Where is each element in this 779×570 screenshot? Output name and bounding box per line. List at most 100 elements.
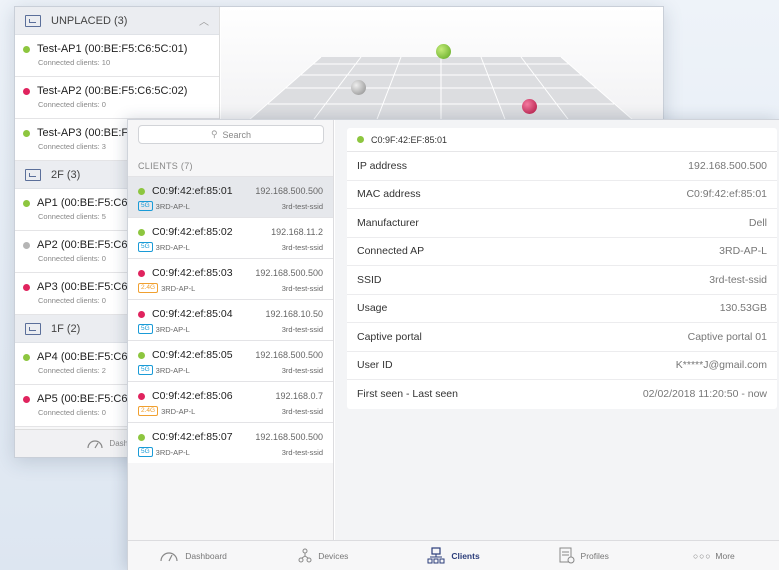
client-ssid: 3rd-test-ssid — [281, 406, 323, 416]
detail-row: Captive portal Captive portal 01 — [347, 323, 777, 352]
band-badge: 5G — [138, 324, 153, 334]
band-badge: 5G — [138, 201, 153, 211]
status-dot — [138, 310, 145, 318]
tab-label: Devices — [318, 550, 349, 561]
client-row[interactable]: C0:9f:42:ef:85:06 192.168.0.7 2.4G 3RD-AP-L… — [128, 381, 333, 422]
detail-row: First seen - Last seen 02/02/2018 11:20:5… — [347, 380, 777, 409]
detail-label: Usage — [357, 302, 388, 315]
client-ssid: 3rd-test-ssid — [281, 283, 323, 293]
client-ip: 192.168.11.2 — [271, 227, 323, 237]
status-dot — [138, 187, 145, 195]
band-badge: 2.4G — [138, 283, 159, 293]
client-ap: 3RD-AP-L — [161, 406, 196, 416]
gauge-icon — [160, 551, 178, 561]
client-ssid: 3rd-test-ssid — [281, 201, 323, 211]
detail-value: K*****J@gmail.com — [675, 359, 767, 372]
status-dot — [23, 395, 30, 403]
detail-row: Usage 130.53GB — [347, 295, 777, 323]
tab-clients[interactable]: Clients — [388, 541, 518, 570]
group-title: 1F (2) — [51, 322, 81, 335]
floor-icon — [25, 14, 41, 27]
floor-map[interactable] — [221, 7, 663, 127]
detail-row: Manufacturer Dell — [347, 209, 777, 238]
client-mac: C0:9f:42:ef:85:03 — [152, 267, 233, 279]
client-mac: C0:9f:42:ef:85:04 — [152, 308, 233, 320]
tab-profiles[interactable]: Profiles — [519, 541, 649, 570]
ap-marker-gray[interactable] — [351, 80, 366, 95]
client-ip: 192.168.0.7 — [275, 391, 323, 401]
ap-marker-green[interactable] — [436, 44, 451, 59]
detail-header: C0:9F:42:EF:85:01 — [347, 128, 777, 152]
floor-grid — [240, 56, 642, 127]
ap-marker-red[interactable] — [522, 99, 537, 114]
tab-label: More — [715, 550, 735, 561]
detail-rows: IP address 192.168.500.500 MAC address C0:9… — [347, 152, 777, 409]
client-ap: 3RD-AP-L — [155, 324, 190, 334]
detail-label: User ID — [357, 359, 393, 372]
floor-icon — [25, 168, 41, 181]
client-ap: 3RD-AP-L — [155, 201, 190, 211]
client-row[interactable]: C0:9f:42:ef:85:01 192.168.500.500 5G 3RD-AP… — [128, 176, 333, 217]
client-ip: 192.168.500.500 — [255, 350, 323, 360]
client-list-panel: ⚲ Search CLIENTS (7) C0:9f:42:ef:85:01 19… — [128, 120, 334, 540]
detail-value: 192.168.500.500 — [688, 159, 767, 172]
search-placeholder: Search — [222, 129, 252, 140]
more-icon: ○○○ — [693, 550, 712, 561]
client-row[interactable]: C0:9f:42:ef:85:02 192.168.11.2 5G 3RD-AP-L 3… — [128, 217, 333, 258]
client-ssid: 3rd-test-ssid — [281, 324, 323, 334]
client-rows: C0:9f:42:ef:85:01 192.168.500.500 5G 3RD-AP… — [128, 176, 333, 463]
status-dot — [23, 199, 30, 207]
group-title: 2F (3) — [51, 168, 81, 181]
status-dot — [138, 433, 145, 441]
tab-more[interactable]: ○○○ More — [649, 541, 779, 570]
detail-value: Captive portal 01 — [687, 330, 767, 343]
client-ap: 3RD-AP-L — [155, 242, 190, 252]
ap-client-count: Connected clients: 10 — [38, 58, 111, 67]
band-badge: 2.4G — [138, 406, 159, 416]
client-ssid: 3rd-test-ssid — [281, 447, 323, 457]
status-dot — [23, 87, 30, 95]
bottom-tab-bar: Dashboard Devices Clients Profiles ○○○ M… — [128, 540, 779, 570]
ap-list-item[interactable]: Test-AP1 (00:BE:F5:C6:5C:01) Connected c… — [15, 35, 219, 77]
group-header-unplaced[interactable]: UNPLACED (3) ︿ — [15, 7, 219, 35]
tab-label: Profiles — [580, 550, 609, 561]
client-row[interactable]: C0:9f:42:ef:85:07 192.168.500.500 5G 3RD-AP… — [128, 422, 333, 463]
gauge-icon — [87, 440, 104, 449]
detail-value: 02/02/2018 11:20:50 - now — [642, 388, 767, 401]
profiles-icon — [559, 547, 575, 563]
client-mac: C0:9f:42:ef:85:02 — [152, 226, 233, 238]
tab-dashboard[interactable]: Dashboard — [128, 541, 258, 570]
detail-row: Connected AP 3RD-AP-L — [347, 238, 777, 266]
clients-count-header: CLIENTS (7) — [138, 161, 193, 171]
chevron-up-icon[interactable]: ︿ — [199, 13, 209, 28]
client-ap: 3RD-AP-L — [155, 365, 190, 375]
detail-label: Connected AP — [357, 245, 425, 258]
status-dot — [138, 228, 145, 236]
client-ssid: 3rd-test-ssid — [281, 365, 323, 375]
detail-label: Captive portal — [357, 330, 422, 343]
ap-client-count: Connected clients: 0 — [38, 100, 106, 109]
detail-mac: C0:9F:42:EF:85:01 — [371, 134, 448, 145]
client-ap: 3RD-AP-L — [161, 283, 196, 293]
client-row[interactable]: C0:9f:42:ef:85:04 192.168.10.50 5G 3RD-AP-L… — [128, 299, 333, 340]
devices-icon — [298, 548, 312, 562]
client-row[interactable]: C0:9f:42:ef:85:05 192.168.500.500 5G 3RD-AP… — [128, 340, 333, 381]
detail-row: User ID K*****J@gmail.com — [347, 352, 777, 380]
detail-value: Dell — [748, 216, 767, 229]
client-row[interactable]: C0:9f:42:ef:85:03 192.168.500.500 2.4G 3RD-… — [128, 258, 333, 299]
status-dot — [23, 129, 30, 137]
client-mac: C0:9f:42:ef:85:06 — [152, 390, 233, 402]
client-mac: C0:9f:42:ef:85:07 — [152, 431, 233, 443]
status-dot — [138, 392, 145, 400]
clients-icon — [427, 546, 445, 563]
client-detail-card: C0:9F:42:EF:85:01 IP address 192.168.500.… — [347, 128, 777, 409]
clients-window: ⚲ Search CLIENTS (7) C0:9f:42:ef:85:01 19… — [127, 119, 779, 570]
ap-name: Test-AP2 (00:BE:F5:C6:5C:02) — [37, 85, 188, 97]
client-ip: 192.168.500.500 — [255, 268, 323, 278]
ap-name: Test-AP1 (00:BE:F5:C6:5C:01) — [37, 43, 188, 55]
client-mac: C0:9f:42:ef:85:01 — [152, 185, 233, 197]
tab-devices[interactable]: Devices — [258, 541, 388, 570]
detail-value: 130.53GB — [719, 302, 767, 315]
ap-list-item[interactable]: Test-AP2 (00:BE:F5:C6:5C:02) Connected c… — [15, 77, 219, 119]
search-input[interactable]: ⚲ Search — [138, 125, 324, 144]
